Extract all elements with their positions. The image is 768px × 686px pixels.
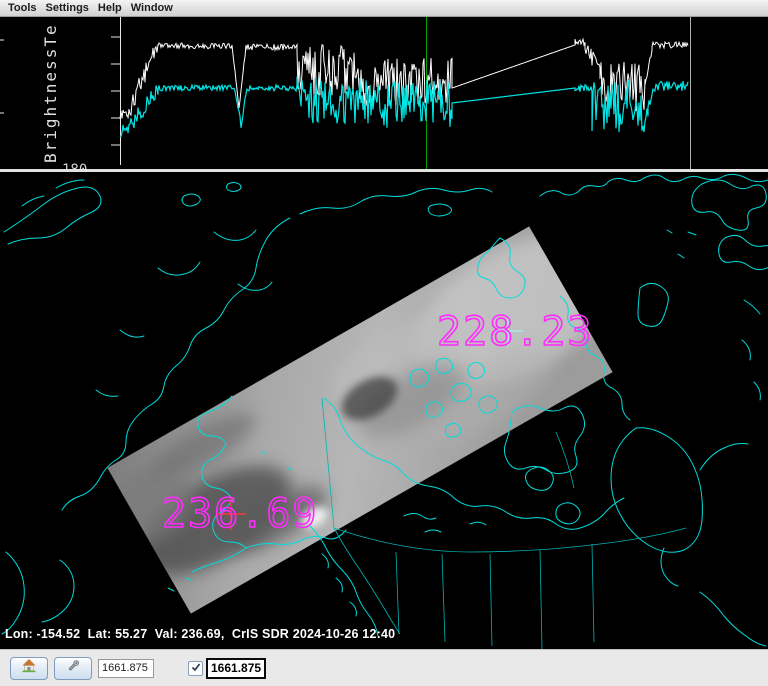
channel-checkbox[interactable] — [188, 661, 203, 676]
probe2-value-label: 236.69 — [162, 491, 319, 537]
map-panel: 228.23 236.69 Lon: -154.52 Lat: 55.27 Va… — [0, 172, 768, 649]
status-bar: Lon: -154.52 Lat: 55.27 Val: 236.69, CrI… — [5, 627, 395, 641]
y-axis-label: BrightnessTe — [41, 23, 60, 163]
menu-window[interactable]: Window — [129, 2, 180, 15]
menu-settings[interactable]: Settings — [44, 2, 96, 15]
menu-help[interactable]: Help — [96, 2, 129, 15]
spectrum-plot[interactable]: BrightnessTe 180 — [0, 17, 768, 169]
wrench-icon — [65, 658, 81, 679]
bottom-toolbar — [0, 649, 768, 686]
app-window: Tools Settings Help Window BrightnessTe … — [0, 0, 768, 686]
map-display[interactable]: 228.23 236.69 — [0, 172, 768, 649]
checkmark-icon — [191, 659, 201, 677]
wavenumber-input[interactable] — [98, 659, 154, 678]
y-axis-min-tick-label: 180 — [62, 162, 87, 169]
probe1-value-label: 228.23 — [437, 309, 594, 355]
menu-bar: Tools Settings Help Window — [0, 0, 768, 17]
house-icon — [21, 658, 37, 678]
menu-tools[interactable]: Tools — [6, 2, 44, 15]
probe-tool-button[interactable] — [54, 657, 92, 680]
home-reset-button[interactable] — [10, 657, 48, 680]
channel-input[interactable] — [206, 658, 266, 679]
